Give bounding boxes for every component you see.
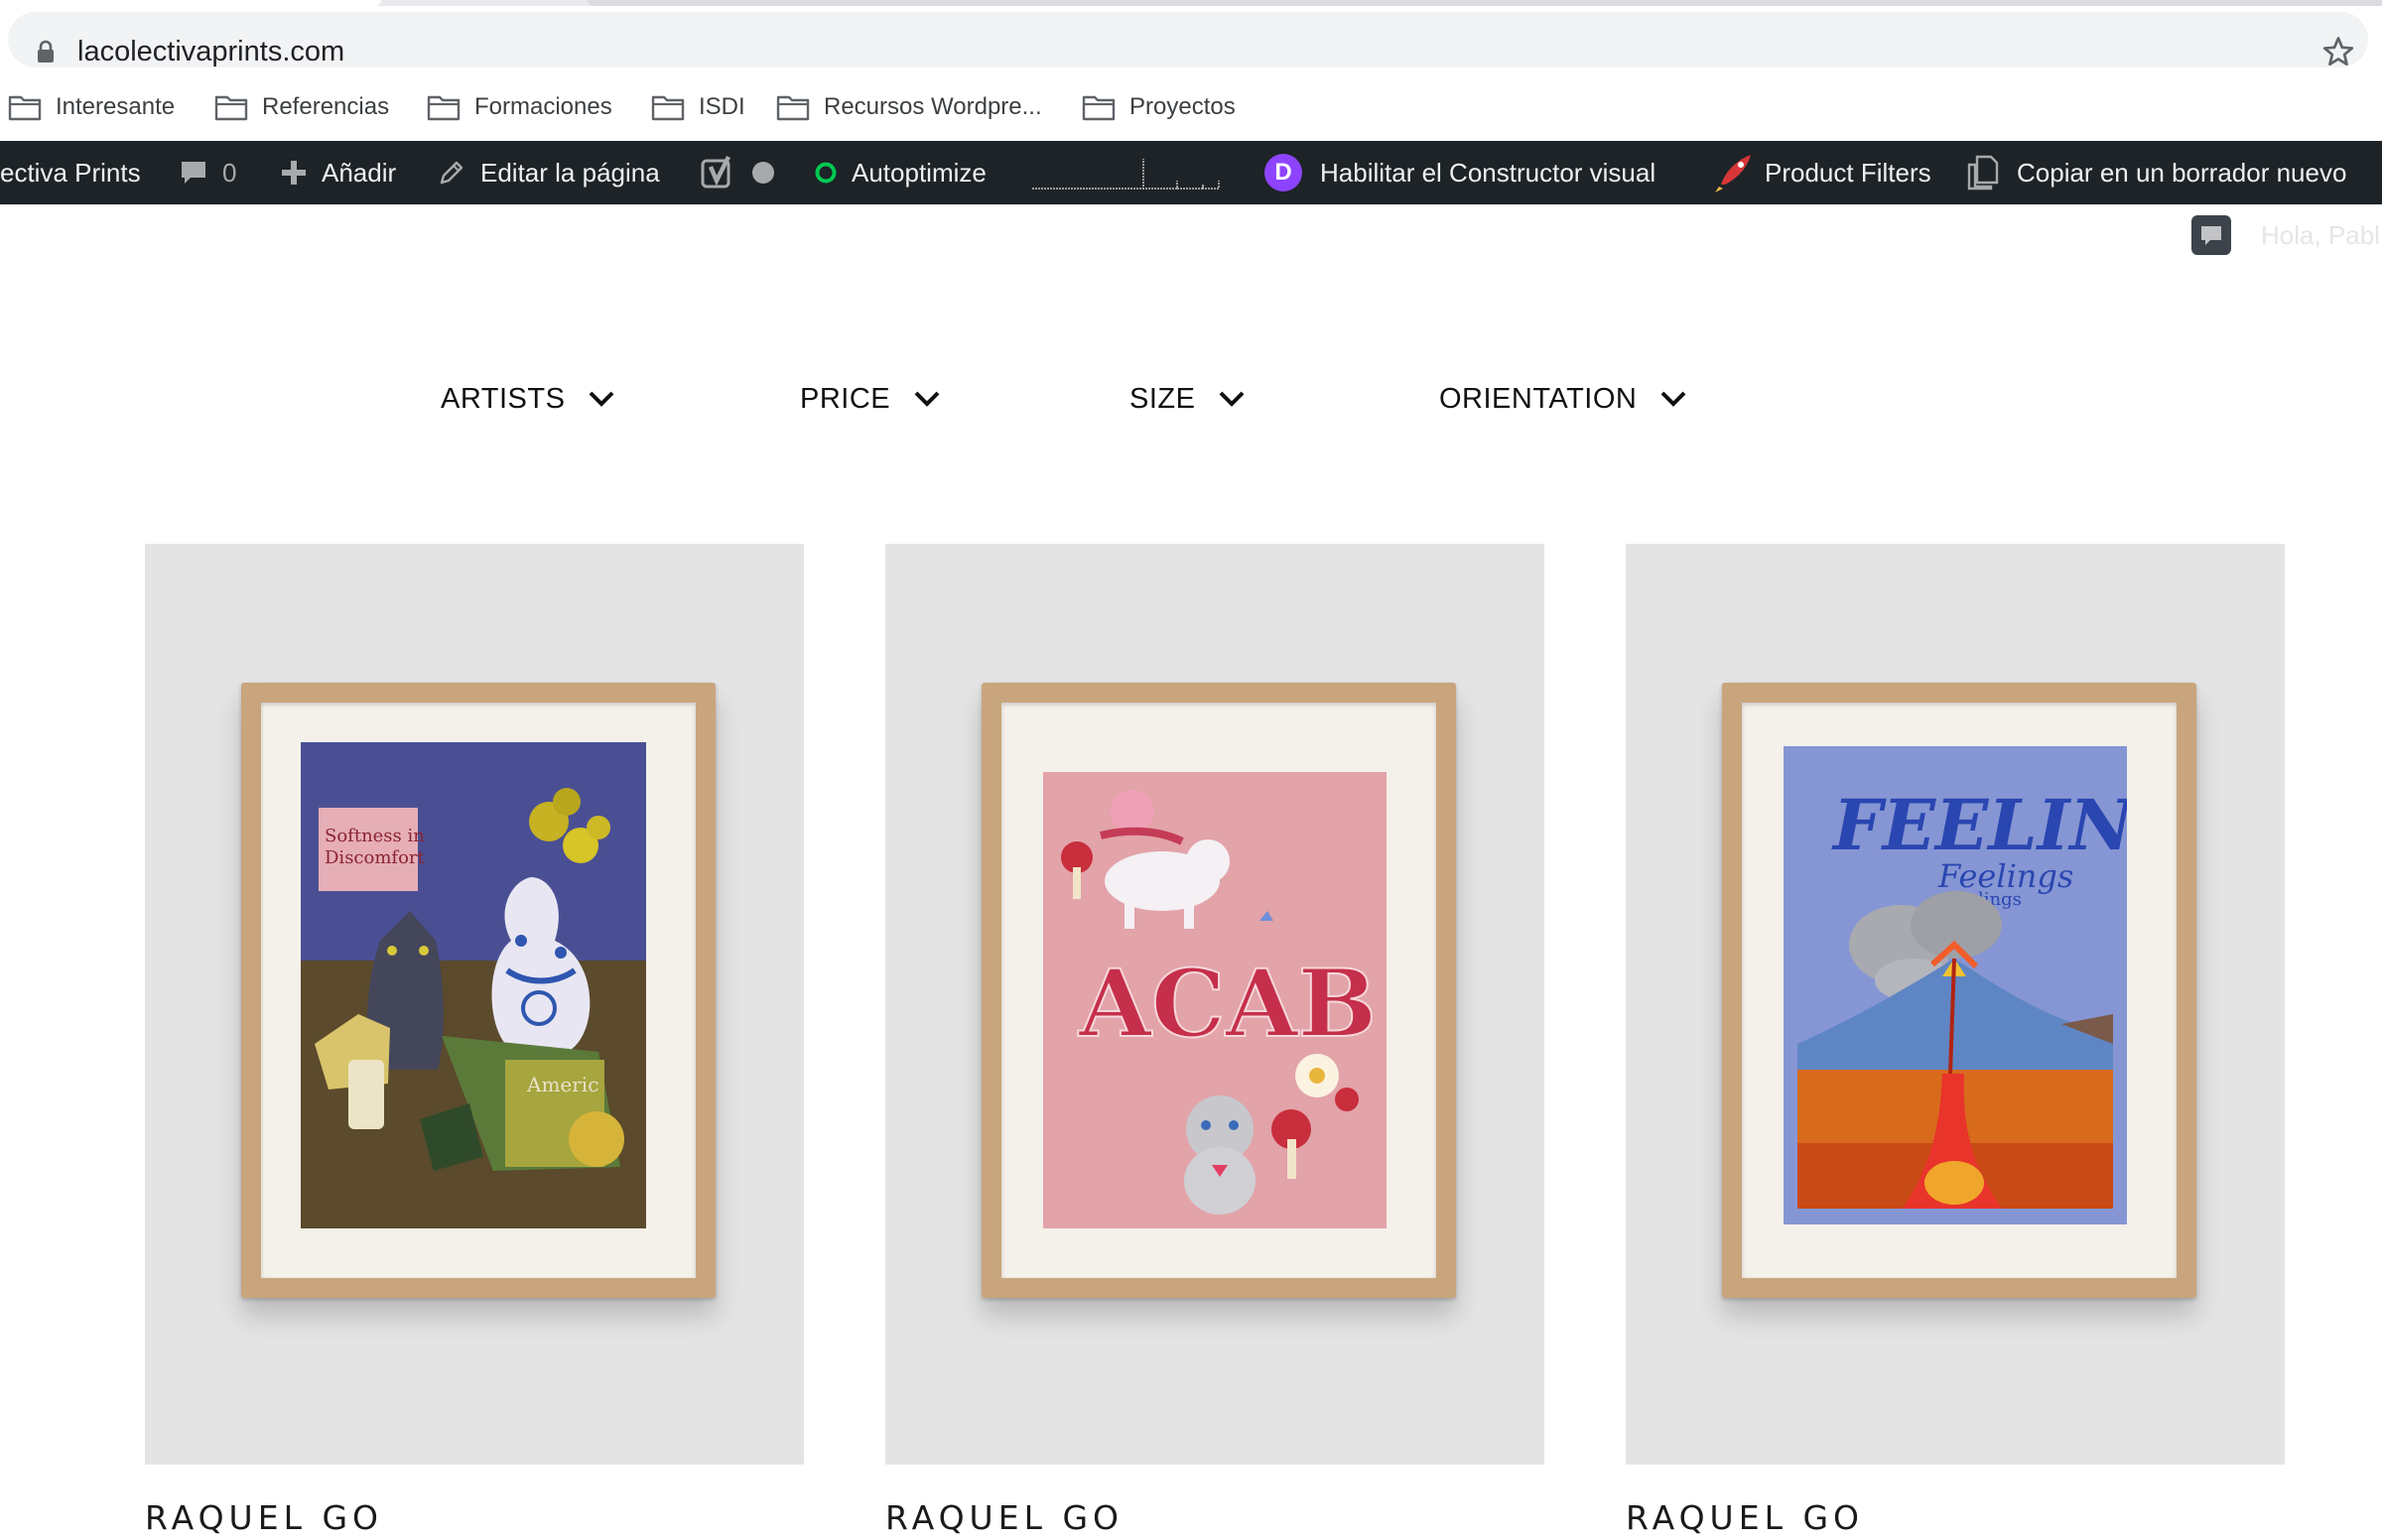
admin-comments[interactable]: 0	[179, 141, 236, 204]
filter-label: PRICE	[800, 382, 891, 415]
artwork-title: FEELINGS	[1831, 784, 2127, 866]
bookmark-folder-proyectos[interactable]: Proyectos	[1082, 87, 1236, 127]
folder-icon	[651, 95, 685, 121]
product-card[interactable]: FEELINGS Feelings feelings	[1626, 544, 2285, 1537]
product-card[interactable]: ACAB RAQUEL GO	[885, 544, 1544, 1537]
divi-badge-letter: D	[1274, 159, 1292, 186]
rocket-icon	[1711, 151, 1755, 194]
lock-icon[interactable]	[36, 40, 56, 64]
filter-label: SIZE	[1129, 382, 1196, 415]
folder-icon	[1082, 95, 1116, 121]
poster-line-2: Discomfort	[325, 847, 426, 868]
browser-chrome: lacolectivaprints.com Interesante Refere…	[0, 0, 2382, 139]
artwork-cat-still-life: Softness in Discomfort Americ	[301, 742, 646, 1228]
product-image[interactable]: ACAB	[885, 544, 1544, 1465]
address-bar[interactable]: lacolectivaprints.com	[8, 12, 2368, 67]
folder-icon	[427, 95, 461, 121]
admin-product-filters[interactable]: Product Filters	[1711, 141, 1931, 204]
artwork-feelings-volcano: FEELINGS Feelings feelings	[1784, 746, 2127, 1224]
record-title: Americ	[526, 1073, 598, 1096]
bookmark-label: Formaciones	[474, 93, 612, 120]
seo-status-dot-icon	[750, 160, 776, 186]
bookmark-label: Recursos Wordpre...	[824, 93, 1042, 120]
sparkline-graph-icon	[1032, 159, 1220, 190]
copy-draft-label: Copiar en un borrador nuevo	[2017, 157, 2347, 188]
user-greeting[interactable]: Hola, Pabl	[2261, 220, 2380, 251]
product-artist-name[interactable]: RAQUEL GO	[1626, 1498, 2285, 1537]
divi-label: Habilitar el Constructor visual	[1320, 157, 1656, 188]
folder-icon	[776, 95, 810, 121]
bookmark-label: Proyectos	[1129, 93, 1236, 120]
passepartout: ACAB	[1001, 703, 1436, 1278]
yoast-icon	[701, 155, 736, 191]
product-filter-bar: ARTISTS PRICE SIZE ORIENTATION	[0, 369, 2382, 429]
admin-autoptimize[interactable]: Autoptimize	[814, 141, 987, 204]
autoptimize-label: Autoptimize	[852, 157, 987, 188]
bookmark-folder-formaciones[interactable]: Formaciones	[427, 87, 612, 127]
admin-edit-page[interactable]: Editar la página	[437, 141, 660, 204]
autoptimize-status-icon	[814, 161, 838, 185]
pencil-icon	[437, 158, 466, 188]
filter-label: ORIENTATION	[1439, 382, 1638, 415]
chevron-down-icon	[1220, 391, 1245, 407]
wooden-frame: Softness in Discomfort Americ	[241, 683, 716, 1298]
product-artist-name[interactable]: RAQUEL GO	[885, 1498, 1544, 1537]
bookmark-label: Referencias	[262, 93, 390, 120]
poster-line-1: Softness in	[325, 826, 425, 846]
active-tab-edge[interactable]	[0, 0, 381, 6]
product-card[interactable]: Softness in Discomfort Americ RAQUEL GO	[145, 544, 804, 1537]
admin-add-new[interactable]: Añadir	[280, 141, 396, 204]
bookmark-folder-referencias[interactable]: Referencias	[214, 87, 389, 127]
admin-yoast[interactable]	[701, 141, 790, 204]
inactive-tab-edge[interactable]	[588, 0, 2382, 6]
comments-count: 0	[222, 157, 237, 188]
bookmark-folder-recursos-wordpress[interactable]: Recursos Wordpre...	[776, 87, 1042, 127]
admin-site-name[interactable]: ectiva Prints	[0, 141, 141, 204]
filter-label: ARTISTS	[441, 382, 566, 415]
passepartout: Softness in Discomfort Americ	[261, 703, 696, 1278]
product-image[interactable]: FEELINGS Feelings feelings	[1626, 544, 2285, 1465]
comment-bubble-icon	[179, 158, 208, 188]
wooden-frame: ACAB	[982, 683, 1456, 1298]
filter-size-dropdown[interactable]: SIZE	[1129, 369, 1247, 429]
filter-price-dropdown[interactable]: PRICE	[800, 369, 942, 429]
bookmark-label: Interesante	[56, 93, 176, 120]
wp-admin-bar: ectiva Prints 0 Añadir Editar la página …	[0, 141, 2382, 204]
divi-logo-icon: D	[1264, 154, 1302, 192]
artwork-title: ACAB	[1078, 950, 1377, 1059]
artwork-acab: ACAB	[1043, 772, 1387, 1228]
bookmark-folder-interesante[interactable]: Interesante	[8, 87, 175, 127]
filter-orientation-dropdown[interactable]: ORIENTATION	[1439, 369, 1688, 429]
wooden-frame: FEELINGS Feelings feelings	[1722, 683, 2196, 1298]
folder-icon	[8, 95, 42, 121]
chevron-down-icon	[914, 391, 940, 407]
passepartout: FEELINGS Feelings feelings	[1742, 703, 2177, 1278]
bookmark-label: ISDI	[699, 93, 745, 120]
copy-documents-icon	[1963, 153, 2003, 192]
plus-icon	[280, 159, 308, 187]
product-artist-name[interactable]: RAQUEL GO	[145, 1498, 804, 1537]
admin-copy-to-draft[interactable]: Copiar en un borrador nuevo	[1963, 141, 2346, 204]
edit-page-label: Editar la página	[480, 157, 660, 188]
url-text[interactable]: lacolectivaprints.com	[77, 34, 344, 69]
bookmarks-bar: Interesante Referencias Formaciones ISDI…	[0, 79, 2382, 139]
admin-notification-icon[interactable]	[2191, 215, 2231, 255]
admin-divi-builder[interactable]: D Habilitar el Constructor visual	[1264, 141, 1655, 204]
product-filters-label: Product Filters	[1765, 157, 1931, 188]
chevron-down-icon	[1660, 391, 1686, 407]
site-name-label: ectiva Prints	[0, 157, 141, 188]
chevron-down-icon	[590, 391, 614, 407]
product-image[interactable]: Softness in Discomfort Americ	[145, 544, 804, 1465]
bookmark-folder-isdi[interactable]: ISDI	[651, 87, 745, 127]
filter-artists-dropdown[interactable]: ARTISTS	[441, 369, 616, 429]
add-label: Añadir	[322, 157, 397, 188]
admin-query-monitor-sparkline[interactable]	[1028, 141, 1223, 204]
bookmark-star-icon[interactable]	[2320, 34, 2356, 69]
folder-icon	[214, 95, 248, 121]
